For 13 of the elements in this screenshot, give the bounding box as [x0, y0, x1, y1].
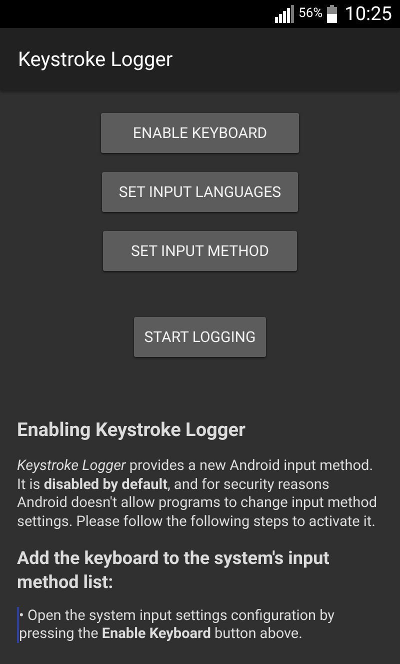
- help-title: Enabling Keystroke Logger: [17, 417, 246, 443]
- app-title: Keystroke Logger: [18, 46, 173, 73]
- action-button[interactable]: SET INPUT LANGUAGES: [102, 172, 298, 212]
- battery-icon: [326, 5, 337, 23]
- step-heading: Add the keyboard to the system's input method list:: [17, 547, 330, 595]
- action-button[interactable]: SET INPUT METHOD: [103, 231, 297, 271]
- battery-percent: 56%: [298, 5, 323, 24]
- action-button[interactable]: ENABLE KEYBOARD: [101, 113, 299, 153]
- signal-icon: [274, 5, 295, 23]
- action-button[interactable]: START LOGGING: [134, 317, 266, 357]
- clock: 10:25: [344, 0, 392, 27]
- step-text: • Open the system input settings configuration by pressing the Enable Keyboard button above.: [17, 607, 383, 643]
- intro-paragraph: Keystroke Logger provides a new Android input method. It is disabled by default, and for security reasons Android doesn't allow programs to change input method settings. Please follow the following steps to activate it.: [17, 457, 378, 531]
